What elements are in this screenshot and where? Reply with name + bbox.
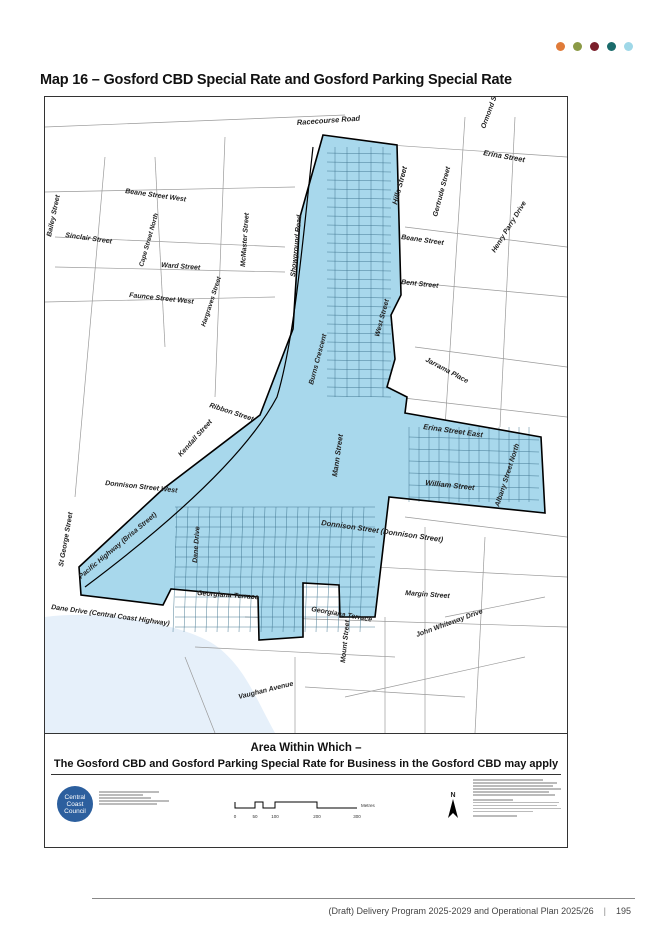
footer-document-title: (Draft) Delivery Program 2025-2029 and O… [328,906,594,916]
scale-tick-50: 50 [252,814,258,819]
legend-title-line1: Area Within Which – [250,742,362,754]
map-frame: Racecourse Road Erina Street Ormond Street… [44,96,568,848]
scale-tick-0: 0 [234,814,237,819]
scale-unit: Metres [361,803,376,808]
council-address-block [99,790,179,806]
legend-divider [51,774,561,775]
brand-dot-teal [607,42,616,51]
page-number: 195 [615,906,631,916]
brand-dot-orange [556,42,565,51]
map-area[interactable]: Racecourse Road Erina Street Ormond Street… [45,97,567,733]
legend-title-line2: The Gosford CBD and Gosford Parking Spec… [53,758,559,770]
north-label: N [450,792,455,799]
scale-tick-100: 100 [271,814,279,819]
scale-tick-200: 200 [313,814,321,819]
footer-divider [92,898,635,899]
scale-tick-300: 300 [353,814,361,819]
council-logo: Central Coast Council [57,786,93,822]
page-footer: (Draft) Delivery Program 2025-2029 and O… [328,906,631,916]
map-legend: Area Within Which – The Gosford CBD and … [45,733,567,847]
brand-dot-olive [573,42,582,51]
brand-dot-lightblue [624,42,633,51]
brand-dot-maroon [590,42,599,51]
north-arrow-icon: N [448,792,458,818]
scale-bar: 0 50 100 200 300 Metres [234,801,376,819]
footer-separator: | [603,906,606,916]
council-logo-text: Central Coast Council [64,793,86,815]
brand-dots [556,42,633,51]
map-notes-block [473,778,563,818]
map-canvas[interactable]: Racecourse RoadErina StreetOrmond Street… [45,97,567,733]
map-title: Map 16 – Gosford CBD Special Rate and Go… [40,72,512,88]
